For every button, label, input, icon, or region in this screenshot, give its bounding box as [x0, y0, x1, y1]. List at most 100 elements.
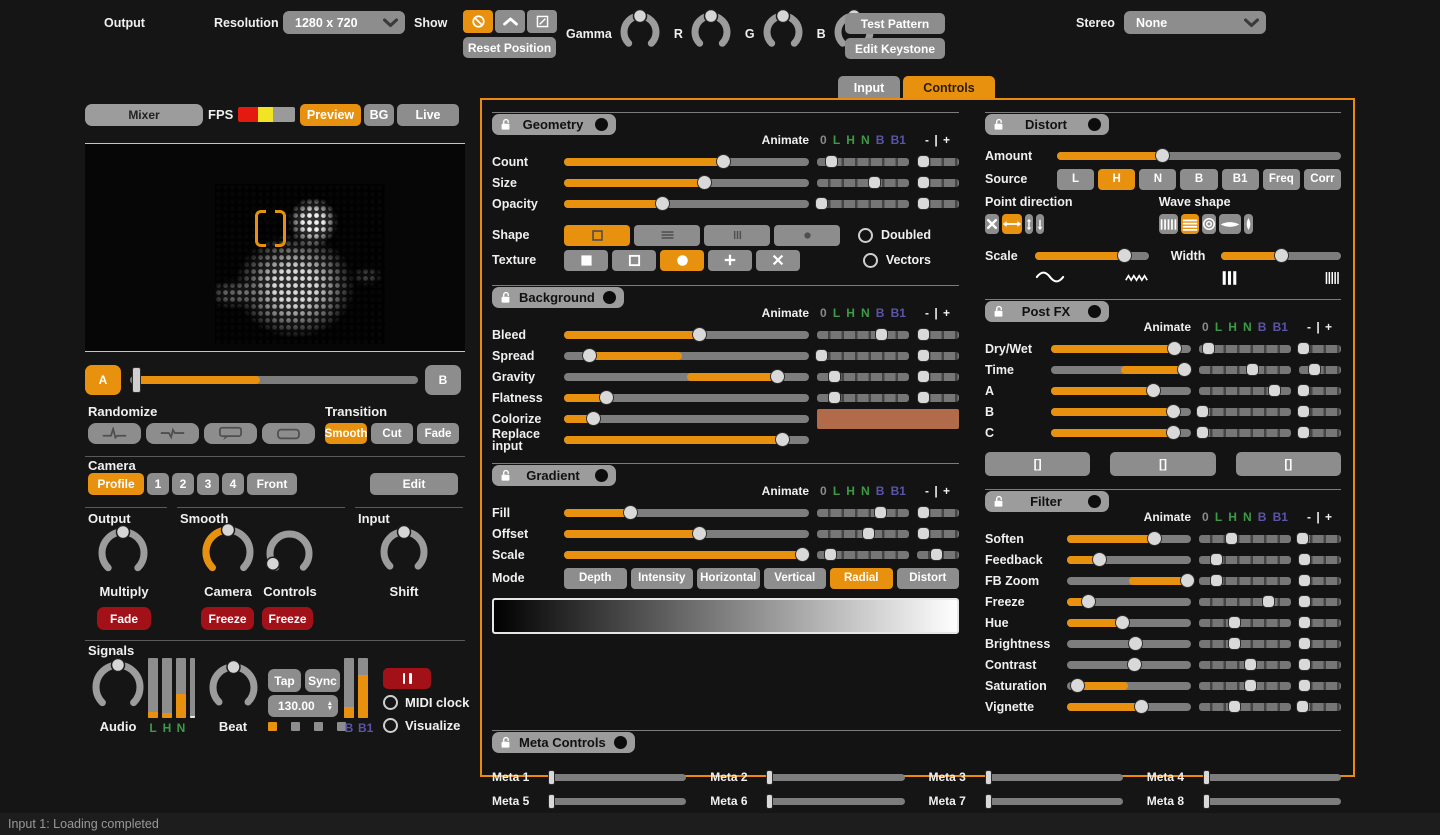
slider-handle[interactable]	[1092, 552, 1107, 567]
vertical-button[interactable]: Vertical	[764, 568, 827, 589]
bleed-mod-mini[interactable]	[917, 331, 959, 339]
smooth-camera-freeze-button[interactable]: Freeze	[201, 607, 254, 630]
slider-handle[interactable]	[1180, 573, 1195, 588]
size-mod-mini[interactable]	[917, 179, 959, 187]
randomize-button-bubble[interactable]	[204, 423, 257, 444]
freeze-mod-mini[interactable]	[1299, 598, 1341, 606]
mini-handle[interactable]	[917, 349, 930, 362]
slider-handle[interactable]	[775, 432, 790, 447]
animate-token-b[interactable]: B	[876, 484, 885, 498]
slider-handle[interactable]	[1203, 770, 1210, 785]
saturation-slider[interactable]	[1067, 682, 1191, 690]
slider-handle[interactable]	[1155, 148, 1170, 163]
view-button-bg[interactable]: BG	[364, 104, 394, 126]
slider-handle[interactable]	[716, 154, 731, 169]
smooth-camera-knob[interactable]	[199, 523, 257, 586]
test-pattern-button[interactable]: Test Pattern	[845, 13, 945, 34]
opacity-slider[interactable]	[564, 200, 809, 208]
mini-handle[interactable]	[1244, 679, 1257, 692]
mini-handle[interactable]	[815, 349, 828, 362]
meta-5-slider[interactable]	[548, 798, 686, 805]
camera-edit-button[interactable]: Edit	[370, 473, 458, 495]
slider-handle[interactable]	[1146, 383, 1161, 398]
slider-handle[interactable]	[1203, 794, 1210, 809]
section-dot[interactable]	[614, 736, 627, 749]
crossfader-a-button[interactable]: A	[85, 365, 121, 395]
freeze-slider[interactable]	[1067, 598, 1191, 606]
transition-button-fade[interactable]: Fade	[417, 423, 459, 444]
slider-handle[interactable]	[1166, 425, 1181, 440]
feedback-animate-mini[interactable]	[1199, 556, 1291, 564]
mini-handle[interactable]	[917, 370, 930, 383]
slider-handle[interactable]	[1177, 362, 1192, 377]
dry-wet-mod-mini[interactable]	[1299, 345, 1341, 353]
slider-handle[interactable]	[1115, 615, 1130, 630]
mini-handle[interactable]	[1308, 363, 1321, 376]
multiply-knob[interactable]	[95, 525, 151, 586]
b-slider[interactable]	[1051, 408, 1191, 416]
animate-token-n[interactable]: N	[861, 306, 870, 320]
animate-token-0[interactable]: 0	[820, 306, 827, 320]
audio-knob[interactable]	[89, 658, 147, 721]
mini-handle[interactable]	[1298, 595, 1311, 608]
section-tab-distort[interactable]: Distort	[985, 114, 1109, 135]
brightness-mod-mini[interactable]	[1299, 640, 1341, 648]
animate-ops[interactable]: - | +	[1299, 320, 1341, 334]
fade-button[interactable]: Fade	[97, 607, 151, 630]
soften-mod-mini[interactable]	[1299, 535, 1341, 543]
bleed-slider[interactable]	[564, 331, 809, 339]
size-animate-mini[interactable]	[817, 179, 909, 187]
animate-token-b1[interactable]: B1	[1273, 320, 1288, 334]
mini-handle[interactable]	[825, 155, 838, 168]
gravity-slider[interactable]	[564, 373, 809, 381]
spread-mod-mini[interactable]	[917, 352, 959, 360]
count-mod-mini[interactable]	[917, 158, 959, 166]
animate-token-n[interactable]: N	[1243, 320, 1252, 334]
slider-handle[interactable]	[985, 794, 992, 809]
offset-slider[interactable]	[564, 530, 809, 538]
animate-token-b[interactable]: B	[876, 306, 885, 320]
section-dot[interactable]	[595, 118, 608, 131]
section-dot[interactable]	[1088, 495, 1101, 508]
hue-mod-mini[interactable]	[1299, 619, 1341, 627]
meta-7-slider[interactable]	[985, 798, 1123, 805]
section-tab-background[interactable]: Background	[492, 287, 624, 308]
slider-handle[interactable]	[697, 175, 712, 190]
animate-token-n[interactable]: N	[861, 484, 870, 498]
distort-button[interactable]: Distort	[897, 568, 960, 589]
tab-controls[interactable]: Controls	[903, 76, 995, 99]
animate-token-b1[interactable]: B1	[1273, 510, 1288, 524]
animate-token-b[interactable]: B	[1258, 320, 1267, 334]
brightness-slider[interactable]	[1067, 640, 1191, 648]
mini-handle[interactable]	[1297, 342, 1310, 355]
meta-4-slider[interactable]	[1203, 774, 1341, 781]
randomize-button-pulse-up[interactable]	[88, 423, 141, 444]
l-button[interactable]: L	[1057, 169, 1094, 190]
animate-token-0[interactable]: 0	[1202, 320, 1209, 334]
vlines-button[interactable]	[704, 225, 770, 246]
animate-token-n[interactable]: N	[861, 133, 870, 147]
camera-button-front[interactable]: Front	[247, 473, 297, 495]
gravity-animate-mini[interactable]	[817, 373, 909, 381]
slider-handle[interactable]	[766, 794, 773, 809]
mini-handle[interactable]	[917, 197, 930, 210]
stereo-dropdown[interactable]: None	[1124, 11, 1266, 34]
animate-token-0[interactable]: 0	[820, 484, 827, 498]
stepper-arrows-icon[interactable]: ▲▼	[327, 701, 333, 711]
freeze-animate-mini[interactable]	[1199, 598, 1291, 606]
animate-token-h[interactable]: H	[1228, 320, 1237, 334]
hue-animate-mini[interactable]	[1199, 619, 1291, 627]
soften-slider[interactable]	[1067, 535, 1191, 543]
animate-token-h[interactable]: H	[1228, 510, 1237, 524]
mini-handle[interactable]	[1298, 679, 1311, 692]
view-button-preview[interactable]: Preview	[300, 104, 361, 126]
mini-handle[interactable]	[1298, 574, 1311, 587]
plus-button[interactable]	[708, 250, 752, 271]
mini-handle[interactable]	[1297, 426, 1310, 439]
mini-handle[interactable]	[1262, 595, 1275, 608]
slider-handle[interactable]	[132, 367, 141, 393]
scale-animate-mini[interactable]	[817, 551, 909, 559]
contrast-animate-mini[interactable]	[1199, 661, 1291, 669]
mini-handle[interactable]	[868, 176, 881, 189]
vignette-slider[interactable]	[1067, 703, 1191, 711]
